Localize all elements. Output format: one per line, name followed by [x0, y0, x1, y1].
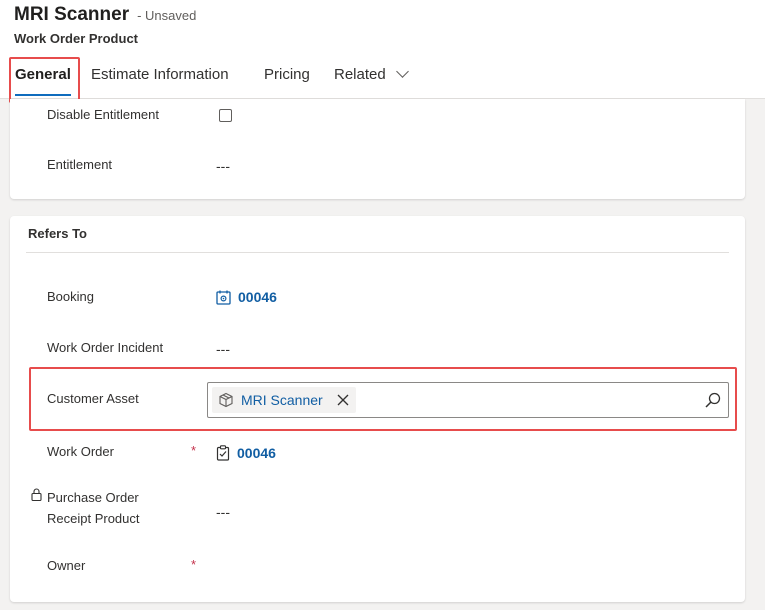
form-header: MRI Scanner - Unsaved Work Order Product…	[0, 0, 765, 99]
work-order-link[interactable]: 00046	[216, 445, 276, 461]
purchase-order-receipt-product-value: ---	[216, 504, 230, 520]
booking-link[interactable]: 00046	[216, 289, 277, 305]
tab-related[interactable]: Related	[334, 58, 409, 98]
disable-entitlement-checkbox[interactable]	[219, 109, 232, 122]
clipboard-icon	[216, 445, 230, 461]
purchase-order-receipt-product-label-line2: Receipt Product	[47, 511, 140, 526]
lock-icon	[31, 488, 42, 501]
work-order-incident-value[interactable]: ---	[216, 341, 230, 357]
customer-asset-chip[interactable]: MRI Scanner	[212, 387, 356, 413]
work-order-label: Work Order	[47, 444, 114, 459]
owner-label: Owner	[47, 558, 86, 573]
title-row: MRI Scanner - Unsaved	[14, 4, 196, 26]
section-divider	[26, 252, 729, 253]
calendar-gear-icon	[216, 290, 231, 305]
active-tab-indicator	[15, 94, 71, 96]
close-icon[interactable]	[336, 393, 350, 407]
entity-name: Work Order Product	[14, 31, 139, 46]
customer-asset-label: Customer Asset	[47, 391, 139, 406]
booking-label: Booking	[47, 289, 94, 304]
tab-estimate-information-label: Estimate Information	[91, 66, 229, 83]
entitlement-label: Entitlement	[47, 157, 113, 172]
disable-entitlement-label: Disable Entitlement	[47, 107, 159, 122]
booking-link-text: 00046	[238, 289, 277, 305]
tab-pricing-label: Pricing	[264, 66, 310, 83]
record-title: MRI Scanner	[14, 4, 130, 25]
chevron-down-icon	[396, 65, 409, 78]
tab-estimate-information[interactable]: Estimate Information	[91, 58, 229, 98]
customer-asset-chip-text: MRI Scanner	[241, 392, 323, 408]
search-icon[interactable]	[704, 391, 722, 409]
customer-asset-lookup[interactable]: MRI Scanner	[207, 382, 729, 418]
tab-general[interactable]: General	[15, 58, 71, 98]
work-order-incident-label: Work Order Incident	[47, 340, 164, 355]
tab-pricing[interactable]: Pricing	[264, 58, 310, 98]
entitlement-value[interactable]: ---	[216, 158, 230, 174]
section-title-refers-to: Refers To	[28, 226, 87, 241]
tab-general-label: General	[15, 66, 71, 83]
work-order-link-text: 00046	[237, 445, 276, 461]
work-order-required-marker: *	[191, 443, 197, 458]
box-icon	[219, 392, 233, 408]
tab-related-label: Related	[334, 66, 386, 83]
owner-field[interactable]	[216, 555, 416, 575]
purchase-order-receipt-product-label-line1: Purchase Order	[47, 490, 139, 505]
unsaved-status: - Unsaved	[137, 8, 197, 23]
owner-required-marker: *	[191, 557, 197, 572]
